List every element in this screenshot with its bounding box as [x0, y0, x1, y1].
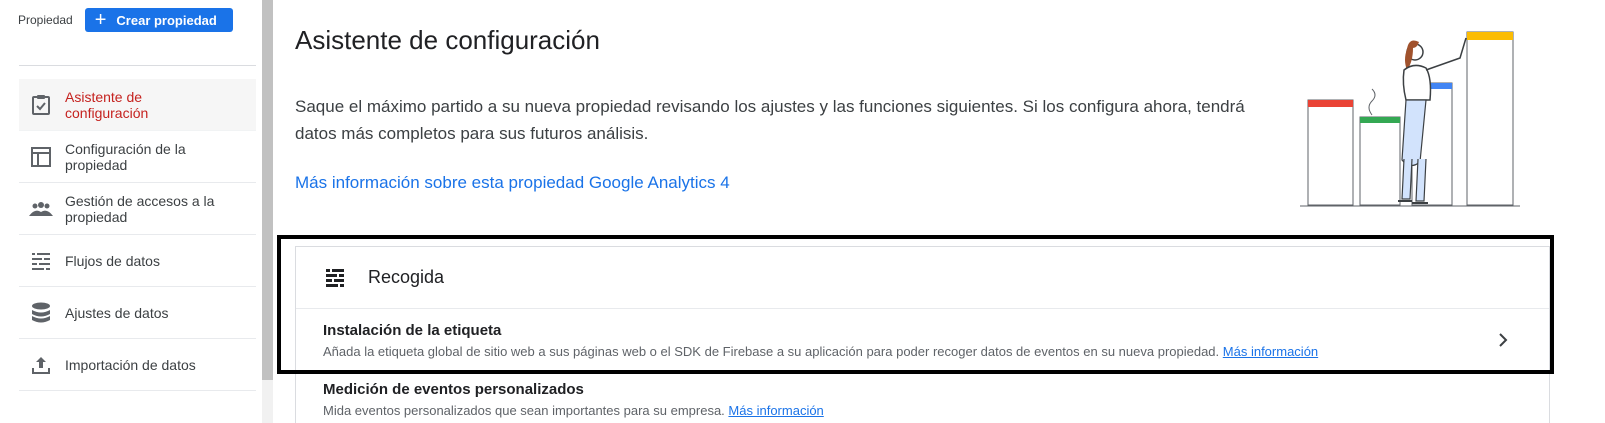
custom-events-row[interactable]: Medición de eventos personalizados Mida …	[296, 373, 1549, 423]
setup-illustration	[1300, 31, 1520, 207]
sidebar-item-label: Asistente de configuración	[65, 88, 149, 121]
sidebar-item-property-settings[interactable]: Configuración de la propiedad	[19, 131, 256, 183]
sidebar-item-label: Configuración de la propiedad	[65, 140, 186, 173]
sidebar-item-label: Importación de datos	[65, 356, 196, 373]
property-settings-icon	[29, 145, 53, 169]
create-property-button[interactable]: + Crear propiedad	[84, 8, 233, 32]
plus-icon: +	[94, 9, 107, 31]
people-icon	[29, 197, 53, 221]
property-label: Propiedad	[18, 13, 73, 27]
sidebar-item-data-streams[interactable]: Flujos de datos	[19, 235, 256, 287]
sidebar-item-access-management[interactable]: Gestión de accesos a la propiedad	[19, 183, 256, 235]
create-property-label: Crear propiedad	[116, 12, 217, 28]
row-title: Medición de eventos personalizados	[323, 381, 584, 398]
highlight-box	[277, 235, 1554, 374]
sidebar-item-data-import[interactable]: Importación de datos	[19, 339, 256, 391]
data-streams-icon	[29, 249, 53, 273]
upload-icon	[29, 353, 53, 377]
property-header: Propiedad + Crear propiedad	[18, 8, 233, 32]
sidebar: Propiedad + Crear propiedad Asistente de…	[0, 0, 262, 423]
checklist-icon	[29, 93, 53, 117]
sidebar-divider	[19, 65, 256, 66]
sidebar-nav: Asistente de configuración Configuración…	[19, 79, 256, 391]
sidebar-item-label: Ajustes de datos	[65, 304, 169, 321]
database-icon	[29, 301, 53, 325]
sidebar-item-label: Flujos de datos	[65, 252, 160, 269]
learn-more-link[interactable]: Más información sobre esta propiedad Goo…	[295, 173, 730, 193]
sidebar-item-data-settings[interactable]: Ajustes de datos	[19, 287, 256, 339]
sidebar-item-label: Gestión de accesos a la propiedad	[65, 192, 215, 225]
more-info-link[interactable]: Más información	[728, 403, 823, 418]
sidebar-item-setup-assistant[interactable]: Asistente de configuración	[19, 79, 256, 131]
row-description: Mida eventos personalizados que sean imp…	[323, 403, 824, 418]
page-title: Asistente de configuración	[295, 25, 600, 55]
row-description-text: Mida eventos personalizados que sean imp…	[323, 403, 725, 418]
sidebar-scrollbar[interactable]	[262, 0, 273, 380]
intro-text: Saque el máximo partido a su nueva propi…	[295, 97, 1245, 143]
